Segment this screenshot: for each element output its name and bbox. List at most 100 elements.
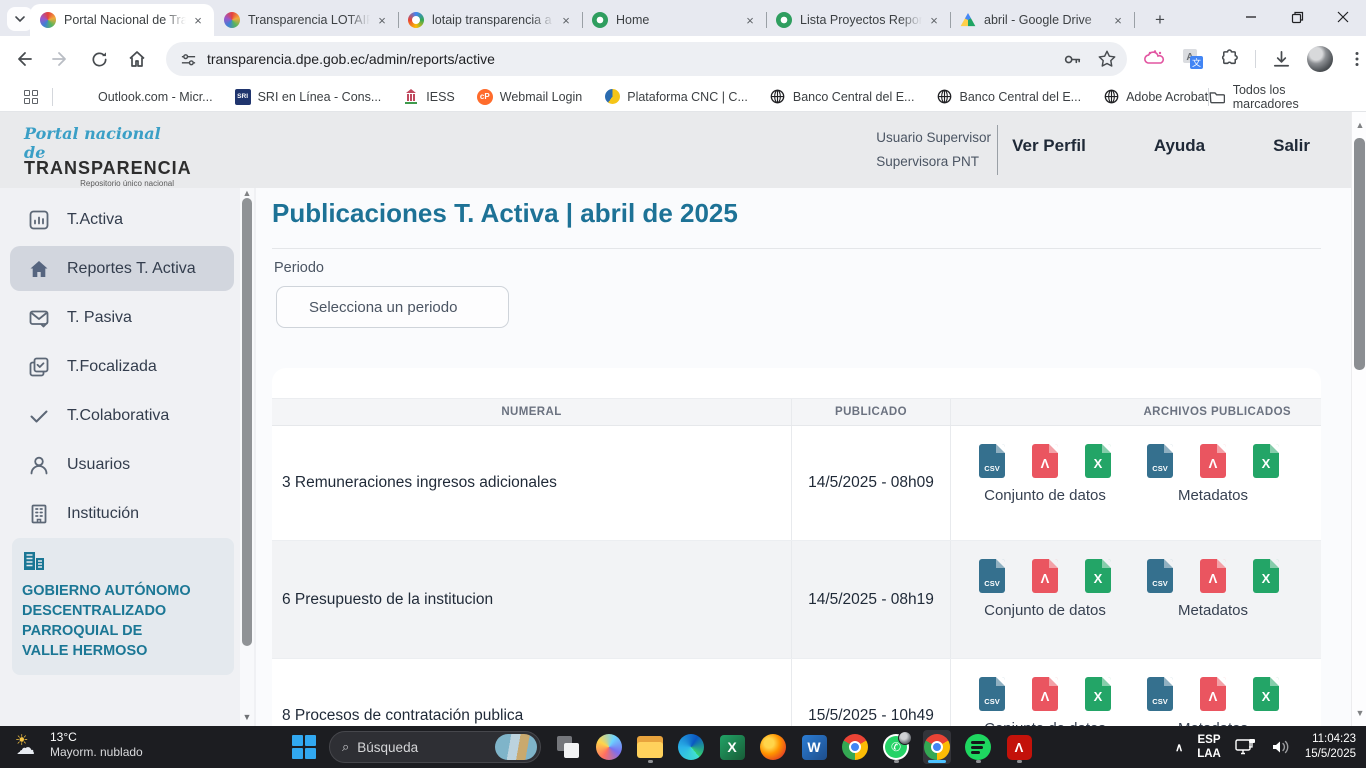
sidebar-item-reportes-t-activa[interactable]: Reportes T. Activa (0, 244, 256, 293)
bookmark-webmail[interactable]: cP Webmail Login (477, 89, 582, 105)
sidebar-item-institucion[interactable]: Institución (0, 489, 256, 538)
scroll-down-icon[interactable]: ▼ (1354, 708, 1366, 718)
network-icon[interactable] (1235, 738, 1257, 756)
forward-button[interactable] (46, 44, 76, 74)
password-key-icon[interactable] (1062, 49, 1083, 70)
sidebar-item-t-focalizada[interactable]: T.Focalizada (0, 342, 256, 391)
profile-avatar[interactable] (1307, 46, 1333, 72)
bookmark-iess[interactable]: IESS (403, 89, 455, 105)
maximize-button[interactable] (1274, 0, 1320, 34)
sidebar-item-usuarios[interactable]: Usuarios (0, 440, 256, 489)
institution-card[interactable]: GOBIERNO AUTÓNOMO DESCENTRALIZADO PARROQ… (12, 538, 234, 675)
tab-lista-proyectos[interactable]: Lista Proyectos Repor × (766, 4, 950, 36)
period-select[interactable]: Selecciona un periodo (276, 286, 509, 328)
tab-close-icon[interactable]: × (1110, 12, 1126, 28)
pdf-file-icon[interactable]: Λ (1032, 677, 1058, 711)
pdf-file-icon[interactable]: Λ (1200, 559, 1226, 593)
page-scrollbar-thumb[interactable] (1354, 138, 1365, 370)
csv-file-icon[interactable]: CSV (979, 677, 1005, 711)
tab-portal-nacional[interactable]: Portal Nacional de Tra × (30, 4, 214, 36)
taskbar-weather-widget[interactable]: ☀☁ 13°C Mayorm. nublado (14, 730, 143, 760)
pdf-file-icon[interactable]: Λ (1200, 444, 1226, 478)
csv-file-icon[interactable]: CSV (1147, 444, 1173, 478)
reload-button[interactable] (84, 44, 114, 74)
xls-file-icon[interactable]: X (1085, 444, 1111, 478)
volume-icon[interactable] (1271, 739, 1291, 755)
sidebar-item-t-colaborativa[interactable]: T.Colaborativa (0, 391, 256, 440)
tab-close-icon[interactable]: × (558, 12, 574, 28)
bookmark-adobe[interactable]: Adobe Acrobat (1103, 89, 1208, 105)
weather-extension-icon[interactable] (1143, 49, 1167, 69)
tray-chevron-icon[interactable]: ∧ (1175, 741, 1183, 754)
tab-lotaip-search[interactable]: lotaip transparencia a × (398, 4, 582, 36)
xls-file-icon[interactable]: X (1085, 677, 1111, 711)
word-button[interactable]: W (800, 730, 828, 764)
new-tab-button[interactable]: + (1148, 8, 1172, 32)
sidebar-item-t-pasiva[interactable]: T. Pasiva (0, 293, 256, 342)
tab-close-icon[interactable]: × (742, 12, 758, 28)
scroll-down-icon[interactable]: ▼ (241, 712, 253, 722)
taskbar-search[interactable]: ⌕ Búsqueda (329, 731, 541, 763)
close-window-button[interactable] (1320, 0, 1366, 34)
xls-file-icon[interactable]: X (1253, 677, 1279, 711)
sidebar-scrollbar[interactable]: ▲ ▼ (240, 188, 254, 726)
tab-close-icon[interactable]: × (190, 12, 206, 28)
tab-close-icon[interactable]: × (374, 12, 390, 28)
extensions-puzzle-icon[interactable] (1219, 49, 1240, 70)
csv-file-icon[interactable]: CSV (1147, 559, 1173, 593)
tab-home[interactable]: Home × (582, 4, 766, 36)
sidebar-scrollbar-thumb[interactable] (242, 198, 252, 646)
url-text[interactable]: transparencia.dpe.gob.ec/admin/reports/a… (207, 51, 1062, 67)
apps-grid-icon[interactable] (24, 90, 38, 104)
start-button[interactable] (292, 735, 316, 759)
clock[interactable]: 11:04:23 15/5/2025 (1305, 732, 1356, 762)
task-view-button[interactable] (554, 730, 582, 764)
csv-file-icon[interactable]: CSV (1147, 677, 1173, 711)
tab-transparencia-lotaip[interactable]: Transparencia LOTAIP × (214, 4, 398, 36)
copilot-button[interactable] (595, 730, 623, 764)
language-indicator[interactable]: ESP LAA (1197, 733, 1221, 761)
pnt-logo: Portal nacional de TRANSPARENCIA Reposit… (24, 124, 174, 188)
whatsapp-button[interactable]: ✆ (882, 730, 910, 764)
minimize-button[interactable] (1228, 0, 1274, 34)
bookmark-outlook[interactable]: Outlook.com - Micr... (75, 89, 213, 105)
ayuda-link[interactable]: Ayuda (1154, 136, 1205, 156)
downloads-icon[interactable] (1271, 49, 1292, 70)
bookmark-star-icon[interactable] (1097, 49, 1117, 69)
csv-file-icon[interactable]: CSV (979, 444, 1005, 478)
sidebar-item-t-activa[interactable]: T.Activa (0, 195, 256, 244)
all-bookmarks-button[interactable]: Todos los marcadores (1209, 83, 1352, 111)
bookmark-banco-central-2[interactable]: Banco Central del E... (936, 89, 1081, 105)
page-scrollbar[interactable]: ▲ ▼ (1351, 112, 1366, 726)
file-explorer-button[interactable] (636, 730, 664, 764)
acrobat-button[interactable]: Λ (1005, 730, 1033, 764)
bookmark-sri[interactable]: SRI SRI en Línea - Cons... (235, 89, 382, 105)
xls-file-icon[interactable]: X (1085, 559, 1111, 593)
tab-close-icon[interactable]: × (926, 12, 942, 28)
chrome-button[interactable] (841, 730, 869, 764)
tab-google-drive[interactable]: abril - Google Drive × (950, 4, 1134, 36)
edge-button[interactable] (677, 730, 705, 764)
pdf-file-icon[interactable]: Λ (1032, 444, 1058, 478)
pdf-file-icon[interactable]: Λ (1200, 677, 1226, 711)
home-button[interactable] (122, 44, 152, 74)
chrome-active-button[interactable] (923, 730, 951, 764)
salir-link[interactable]: Salir (1273, 136, 1310, 156)
search-highlight-image[interactable] (495, 734, 537, 760)
bookmark-banco-central-1[interactable]: Banco Central del E... (770, 89, 915, 105)
menu-kebab-icon[interactable] (1348, 50, 1366, 68)
firefox-button[interactable] (759, 730, 787, 764)
xls-file-icon[interactable]: X (1253, 559, 1279, 593)
xls-file-icon[interactable]: X (1253, 444, 1279, 478)
scroll-up-icon[interactable]: ▲ (241, 188, 253, 198)
back-button[interactable] (8, 44, 38, 74)
spotify-button[interactable] (964, 730, 992, 764)
translate-extension-icon[interactable]: A文 (1182, 48, 1204, 70)
scroll-up-icon[interactable]: ▲ (1354, 120, 1366, 130)
ver-perfil-link[interactable]: Ver Perfil (1012, 136, 1086, 156)
bookmark-cnc[interactable]: Plataforma CNC | C... (604, 89, 748, 105)
csv-file-icon[interactable]: CSV (979, 559, 1005, 593)
excel-button[interactable]: X (718, 730, 746, 764)
pdf-file-icon[interactable]: Λ (1032, 559, 1058, 593)
address-bar[interactable]: transparencia.dpe.gob.ec/admin/reports/a… (166, 42, 1127, 76)
